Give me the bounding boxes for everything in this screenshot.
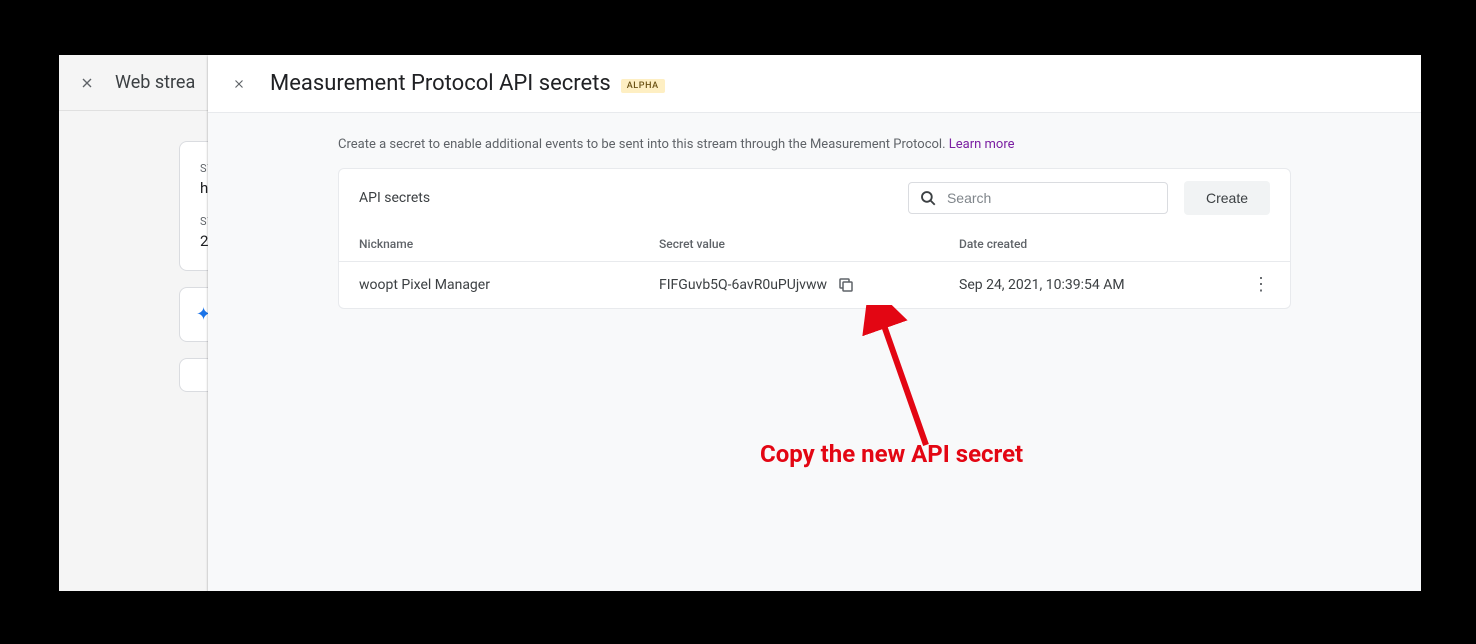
search-input[interactable] [947,190,1157,206]
col-header-nickname: Nickname [359,237,659,251]
panel-title: API secrets [359,190,892,206]
col-header-date: Date created [959,237,1240,251]
alpha-badge: ALPHA [621,79,665,93]
api-secrets-modal: Measurement Protocol API secrets ALPHA C… [208,55,1421,591]
search-box[interactable] [908,182,1168,214]
modal-title: Measurement Protocol API secrets [270,71,611,96]
annotation-arrow [861,305,941,455]
secrets-panel: API secrets Create Nickname Secret value… [338,168,1291,309]
close-icon[interactable] [232,77,246,91]
more-actions-icon[interactable]: ⋮ [1240,276,1270,294]
row-secret-value: FIFGuvb5Q-6avR0uPUjvww [659,277,827,293]
modal-body: Create a secret to enable additional eve… [208,113,1421,591]
row-secret-wrap: FIFGuvb5Q-6avR0uPUjvww [659,276,959,294]
create-button[interactable]: Create [1184,181,1270,215]
modal-title-wrap: Measurement Protocol API secrets ALPHA [270,71,665,96]
modal-header: Measurement Protocol API secrets ALPHA [208,55,1421,113]
background-title: Web strea [115,72,195,93]
copy-icon[interactable] [837,276,855,294]
description-label: Create a secret to enable additional eve… [338,137,949,152]
table-header: Nickname Secret value Date created [339,227,1290,262]
learn-more-link[interactable]: Learn more [949,137,1015,152]
col-header-secret: Secret value [659,237,959,251]
description-text: Create a secret to enable additional eve… [338,137,1291,152]
table-row: woopt Pixel Manager FIFGuvb5Q-6avR0uPUjv… [339,262,1290,308]
row-date: Sep 24, 2021, 10:39:54 AM [959,277,1240,293]
row-nickname: woopt Pixel Manager [359,277,659,293]
close-icon[interactable] [79,75,95,91]
search-icon [919,189,937,207]
panel-header: API secrets Create [339,169,1290,227]
